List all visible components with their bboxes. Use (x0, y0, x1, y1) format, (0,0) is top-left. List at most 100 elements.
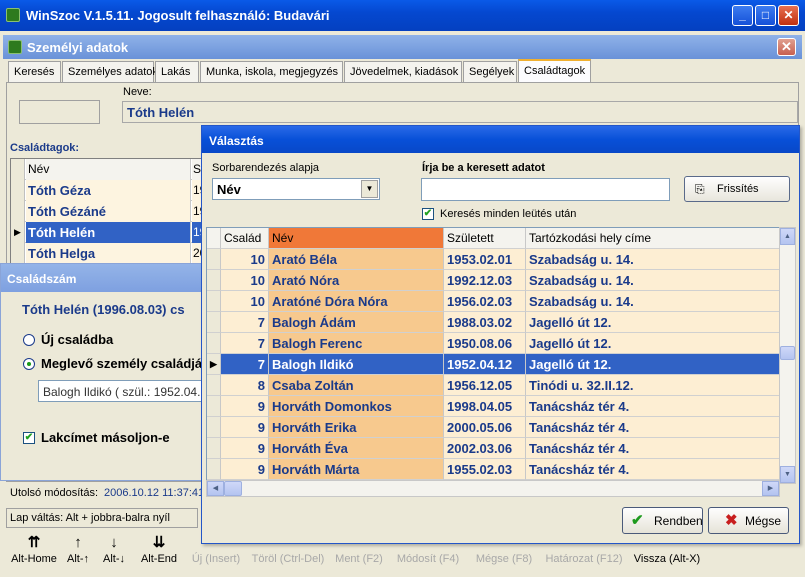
column-header-nev[interactable]: Név (26, 159, 191, 180)
child-window-title: Személyi adatok (27, 40, 129, 55)
cell-cim: Jagelló út 12. (526, 312, 779, 333)
close-button[interactable]: ✕ (778, 5, 799, 26)
grid-row[interactable]: 10 Arató Nóra 1992.12.03 Szabadság u. 14. (207, 270, 779, 291)
cancel-label: Mégse (745, 514, 782, 528)
family-list: Név Sz Tóth Géza 19 Tóth Gézáné 19 ▶ Tóth Hel… (10, 158, 210, 264)
grid-row[interactable]: 7 Balogh Ádám 1988.03.02 Jagelló út 12. (207, 312, 779, 333)
cell-nev: Arató Béla (269, 249, 444, 270)
row-indicator (207, 396, 221, 417)
csaladtagok-label: Családtagok: (10, 142, 80, 154)
toolbar-button-0[interactable]: ⇈ Alt-Home (6, 533, 62, 575)
existing-family-radio[interactable] (23, 358, 35, 370)
refresh-button[interactable]: ⎘ Frissítés (684, 176, 790, 202)
neve-label: Neve: (123, 86, 152, 98)
valasztas-dialog: Választás Sorbarendezés alapja Név ▼ Írj… (201, 125, 800, 544)
modositas-value: 2006.10.12 11:37:41 (104, 487, 205, 499)
toolbar-label: Módosít (F4) (396, 553, 460, 565)
cell-szuletett: 2002.03.06 (444, 438, 526, 459)
cell-szuletett: 1998.04.05 (444, 396, 526, 417)
family-row[interactable]: Tóth Géza 19 (11, 180, 209, 201)
id-field[interactable] (19, 100, 100, 124)
lapvaltas-hint: Lap váltás: Alt + jobbra-balra nyíl (6, 508, 198, 528)
new-family-radio[interactable] (23, 334, 35, 346)
scroll-down-icon[interactable]: ▼ (780, 466, 795, 483)
scroll-up-icon[interactable]: ▲ (780, 228, 795, 245)
scroll-thumb[interactable] (780, 346, 795, 360)
existing-person-combo[interactable]: Balogh Ildikó ( szül.: 1952.04.12 ) (38, 380, 210, 402)
minimize-button[interactable]: _ (732, 5, 753, 26)
grid-row[interactable]: 7 Balogh Ferenc 1950.08.06 Jagelló út 12. (207, 333, 779, 354)
column-header-nev[interactable]: Név (269, 228, 444, 249)
scroll-right-icon[interactable]: ▶ (762, 481, 779, 496)
toolbar-icon: ⇈ (27, 534, 41, 551)
tab-2[interactable]: Lakás (155, 61, 199, 82)
tab-5[interactable]: Segélyek (463, 61, 517, 82)
cancel-button[interactable]: ✖ Mégse (708, 507, 789, 534)
csaladszam-title: Családszám (1, 264, 211, 292)
toolbar-label: Töröl (Ctrl-Del) (251, 553, 325, 565)
search-input[interactable] (421, 178, 670, 201)
column-header-szuletett[interactable]: Született (444, 228, 526, 249)
grid-row[interactable]: 9 Horváth Domonkos 1998.04.05 Tanácsház tér… (207, 396, 779, 417)
maximize-button[interactable]: □ (755, 5, 776, 26)
app-icon (6, 8, 20, 22)
check-icon: ✔ (631, 512, 644, 529)
toolbar-button-3[interactable]: ⇊ Alt-End (136, 533, 182, 575)
chevron-down-icon[interactable]: ▼ (361, 180, 378, 198)
toolbar-button-1[interactable]: ↑ Alt-↑ (62, 533, 94, 575)
grid-row[interactable]: ▶ 7 Balogh Ildikó 1952.04.12 Jagelló út 12. (207, 354, 779, 375)
toolbar-button-2[interactable]: ↓ Alt-↓ (100, 533, 128, 575)
cell-cim: Szabadság u. 14. (526, 270, 779, 291)
toolbar-label: Vissza (Alt-X) (633, 553, 701, 565)
family-row[interactable]: ▶ Tóth Helén 19 (11, 222, 209, 243)
lakcim-checkbox[interactable]: ✔ (23, 432, 35, 444)
cell-cim: Tanácsház tér 4. (526, 396, 779, 417)
cell-csalad: 9 (221, 417, 269, 438)
ok-button[interactable]: ✔ Rendben (622, 507, 703, 534)
hscroll-thumb[interactable] (224, 481, 242, 496)
row-indicator: ▶ (207, 354, 221, 375)
vertical-scrollbar[interactable]: ▲ ▼ (779, 227, 796, 484)
grid-row[interactable]: 8 Csaba Zoltán 1956.12.05 Tinódi u. 32.II.1… (207, 375, 779, 396)
grid-header: Család Név Született Tartózkodási hely c… (207, 228, 779, 249)
cell-csalad: 10 (221, 249, 269, 270)
scroll-left-icon[interactable]: ◀ (207, 481, 224, 496)
tab-3[interactable]: Munka, iskola, megjegyzés (200, 61, 343, 82)
tab-4[interactable]: Jövedelmek, kiadások (344, 61, 462, 82)
grid-row[interactable]: 9 Horváth Éva 2002.03.06 Tanácsház tér 4. (207, 438, 779, 459)
refresh-icon: ⎘ (695, 182, 705, 196)
column-header-cim[interactable]: Tartózkodási hely címe (526, 228, 779, 249)
family-row[interactable]: Tóth Gézáné 19 (11, 201, 209, 222)
child-close-button[interactable]: ✕ (777, 38, 796, 56)
grid-row[interactable]: 9 Horváth Erika 2000.05.06 Tanácsház tér 4. (207, 417, 779, 438)
family-row[interactable]: Tóth Helga 20 (11, 243, 209, 263)
toolbar-label: Alt-Home (11, 553, 57, 565)
cell-szuletett: 1950.08.06 (444, 333, 526, 354)
cell-cim: Tanácsház tér 4. (526, 417, 779, 438)
tab-1[interactable]: Személyes adatok (62, 61, 158, 82)
cell-csalad: 7 (221, 333, 269, 354)
neve-field[interactable]: Tóth Helén (122, 101, 798, 123)
row-indicator (207, 459, 221, 480)
cell-cim: Szabadság u. 14. (526, 249, 779, 270)
app-title: WinSzoc V.1.5.11. Jogosult felhasználó: … (26, 8, 330, 23)
horizontal-scrollbar[interactable]: ◀ ▶ (206, 480, 780, 497)
results-grid: Család Név Született Tartózkodási hely c… (206, 227, 780, 484)
child-window-title-bar: Személyi adatok ✕ (3, 35, 802, 59)
sort-label: Sorbarendezés alapja (212, 162, 320, 174)
tab-0[interactable]: Keresés (8, 61, 61, 82)
auto-search-checkbox[interactable]: ✔ (422, 208, 434, 220)
modositas-row: Utolsó módosítás: 2006.10.12 11:37:41 (6, 484, 206, 504)
column-header-csalad[interactable]: Család (221, 228, 269, 249)
ok-label: Rendben (654, 514, 703, 528)
grid-row[interactable]: 10 Aratóné Dóra Nóra 1956.02.03 Szabadság u… (207, 291, 779, 312)
toolbar-icon: ↑ (74, 534, 82, 551)
row-indicator (207, 291, 221, 312)
tab-6[interactable]: Családtagok (518, 59, 591, 82)
toolbar-label: Alt-↑ (67, 553, 89, 565)
auto-search-label: Keresés minden leütés után (440, 208, 577, 220)
grid-row[interactable]: 10 Arató Béla 1953.02.01 Szabadság u. 14. (207, 249, 779, 270)
sort-select[interactable]: Név ▼ (212, 178, 380, 200)
cell-cim: Jagelló út 12. (526, 354, 779, 375)
grid-row[interactable]: 9 Horváth Márta 1955.02.03 Tanácsház tér 4. (207, 459, 779, 480)
